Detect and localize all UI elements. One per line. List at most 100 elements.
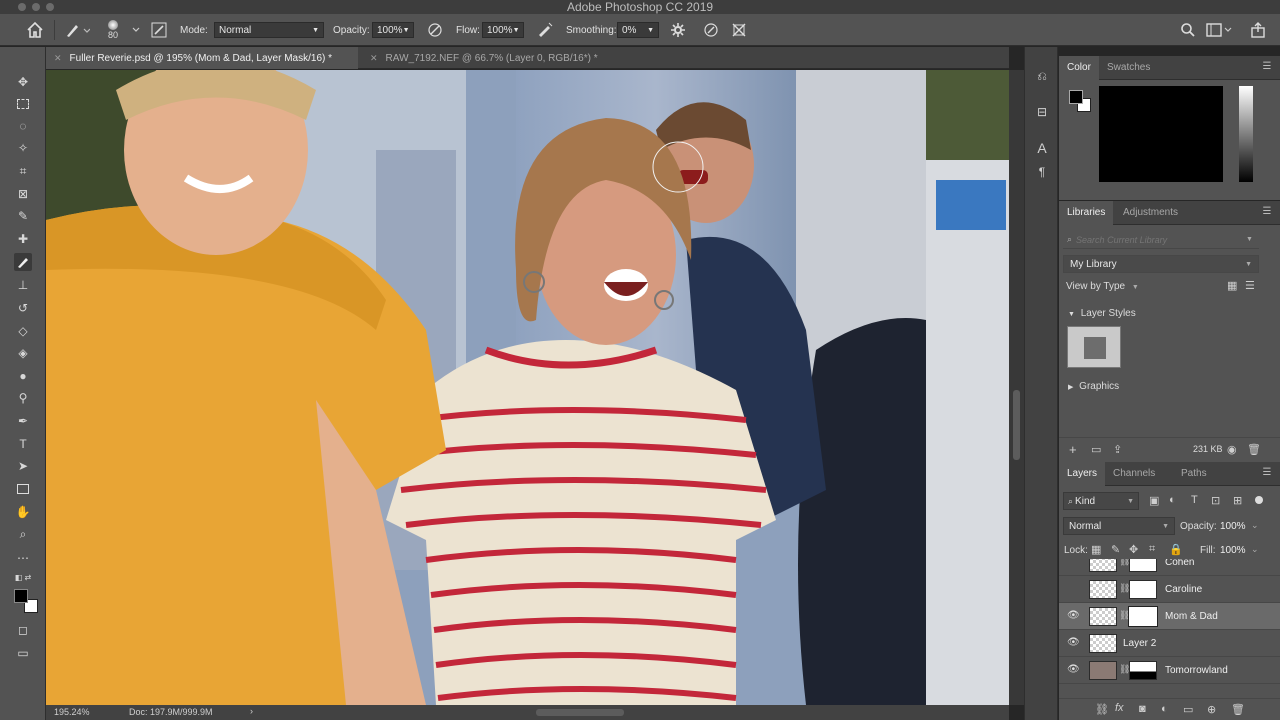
brush-size-picker[interactable]: 80 — [108, 14, 118, 46]
color-panel-swatches[interactable] — [1069, 90, 1095, 116]
view-by-type-select[interactable]: View by Type ▼ — [1066, 281, 1139, 292]
visibility-toggle[interactable] — [1067, 559, 1079, 568]
group-folder-icon[interactable]: ▭ — [1183, 703, 1193, 716]
eyedropper-tool-icon[interactable]: ✎ — [14, 207, 32, 225]
zoom-tool-icon[interactable]: ⌕ — [14, 525, 32, 543]
layer-mask-thumbnail[interactable] — [1129, 559, 1157, 572]
link-layers-icon[interactable]: ⛓ — [1095, 703, 1109, 716]
layer-filter-select[interactable]: ⌕ Kind ▼ — [1063, 492, 1139, 510]
more-tools-icon[interactable]: ⋯ — [14, 549, 32, 567]
adjustment-layer-icon[interactable]: ◐ — [1161, 703, 1168, 715]
panel-menu-icon[interactable]: ☰ — [1262, 207, 1272, 217]
move-tool-icon[interactable]: ✥ — [14, 73, 32, 91]
library-select[interactable]: My Library ▼ — [1063, 255, 1259, 273]
default-colors-icon[interactable]: ◧ ⇄ — [14, 571, 32, 583]
layer-mask-thumbnail[interactable] — [1129, 580, 1157, 599]
home-icon[interactable] — [26, 14, 44, 46]
lasso-tool-icon[interactable]: ◌ — [14, 117, 32, 135]
eye-icon[interactable]: 👁 — [1067, 664, 1080, 676]
add-icon[interactable]: + — [1069, 442, 1077, 457]
layer-styles-section[interactable]: ▼ Layer Styles — [1068, 308, 1136, 319]
character-panel-icon[interactable]: A — [1033, 139, 1051, 157]
tab-fuller-reverie[interactable]: ✕ Fuller Reverie.psd @ 195% (Mom & Dad, … — [46, 47, 358, 69]
layer-mask-thumbnail[interactable] — [1129, 661, 1157, 680]
tab-layers[interactable]: Layers — [1059, 462, 1106, 486]
screen-mode-icon[interactable]: ▭ — [14, 644, 32, 662]
hand-tool-icon[interactable]: ✋ — [14, 503, 32, 521]
layer-row-caroline[interactable]: ⛓ Caroline — [1059, 576, 1280, 603]
layer-mask-thumbnail[interactable] — [1128, 606, 1158, 627]
type-layer-filter-icon[interactable]: T — [1191, 494, 1198, 506]
upload-icon[interactable]: ⇪ — [1113, 443, 1122, 456]
blend-mode-select[interactable]: Normal ▼ — [1063, 517, 1175, 535]
symmetry-icon[interactable] — [730, 14, 748, 46]
foreground-color-swatch[interactable] — [1069, 90, 1083, 104]
document-canvas[interactable] — [46, 70, 1009, 705]
trash-icon[interactable]: 🗑 — [1231, 703, 1245, 716]
rectangle-tool-icon[interactable] — [14, 480, 32, 498]
tab-channels[interactable]: Channels — [1105, 462, 1163, 486]
close-tab-icon[interactable]: ✕ — [370, 53, 378, 64]
color-field[interactable] — [1099, 86, 1223, 182]
layer-row-tomorrowland[interactable]: 👁 ⛓ Tomorrowland — [1059, 657, 1280, 684]
tab-color[interactable]: Color — [1059, 56, 1099, 80]
share-icon[interactable] — [1250, 14, 1266, 46]
search-icon[interactable] — [1180, 14, 1196, 46]
magic-wand-tool-icon[interactable]: ✧ — [14, 139, 32, 157]
mode-select[interactable]: Normal ▼ — [214, 22, 324, 38]
crop-tool-icon[interactable]: ⌗ — [14, 162, 32, 180]
history-panel-icon[interactable]: ⎌ — [1033, 67, 1051, 85]
eye-icon[interactable]: 👁 — [1067, 637, 1080, 649]
fill-value[interactable]: 100% — [1220, 545, 1246, 556]
lock-all-icon[interactable]: 🔒 — [1169, 543, 1183, 556]
chevron-right-icon[interactable]: › — [250, 706, 253, 716]
pressure-opacity-icon[interactable] — [426, 14, 444, 46]
tab-libraries[interactable]: Libraries — [1059, 201, 1114, 225]
smoothing-field[interactable]: 0% ▼ — [617, 22, 659, 38]
horizontal-scrollbar-thumb[interactable] — [536, 709, 624, 716]
dodge-tool-icon[interactable]: ⚲ — [14, 389, 32, 407]
adjustment-layer-filter-icon[interactable]: ◐ — [1169, 494, 1176, 506]
pixel-layer-filter-icon[interactable]: ▣ — [1149, 494, 1159, 507]
grid-view-icon[interactable]: ▦ — [1227, 279, 1237, 292]
tab-paths[interactable]: Paths — [1173, 462, 1215, 486]
chevron-down-icon[interactable] — [132, 14, 140, 46]
scrollbar-thumb[interactable] — [1013, 390, 1020, 460]
layer-row-cohen[interactable]: ⛓ Cohen — [1059, 559, 1280, 576]
list-view-icon[interactable]: ☰ — [1245, 279, 1255, 292]
color-swatches[interactable] — [14, 589, 40, 615]
quick-mask-icon[interactable]: ◻ — [14, 621, 32, 639]
layer-row-mom-and-dad[interactable]: 👁 ⛓ Mom & Dad — [1059, 603, 1280, 630]
eye-icon[interactable]: 👁 — [1067, 610, 1080, 622]
type-tool-icon[interactable]: T — [14, 435, 32, 453]
layer-style-thumbnail[interactable] — [1067, 326, 1121, 368]
healing-brush-tool-icon[interactable]: ✚ — [14, 230, 32, 248]
pressure-size-icon[interactable] — [702, 14, 720, 46]
gear-icon[interactable] — [670, 14, 686, 46]
airbrush-icon[interactable] — [536, 14, 554, 46]
paint-bucket-tool-icon[interactable]: ◈ — [14, 344, 32, 362]
marquee-tool-icon[interactable] — [14, 95, 32, 113]
paragraph-panel-icon[interactable]: ¶ — [1033, 163, 1051, 181]
brush-tool-icon[interactable] — [14, 253, 32, 271]
chevron-down-icon[interactable]: ⌄ — [1251, 520, 1259, 531]
properties-panel-icon[interactable]: ⊟ — [1033, 103, 1051, 121]
lock-transparent-icon[interactable]: ▦ — [1091, 543, 1101, 556]
opacity-field[interactable]: 100% ▼ — [372, 22, 414, 38]
library-search[interactable]: ⌕ ▼ — [1063, 231, 1259, 249]
frame-tool-icon[interactable]: ⊠ — [14, 185, 32, 203]
folder-icon[interactable]: ▭ — [1091, 443, 1101, 456]
flow-field[interactable]: 100% ▼ — [482, 22, 524, 38]
graphics-section[interactable]: ▶ Graphics — [1068, 381, 1119, 392]
path-selection-tool-icon[interactable]: ➤ — [14, 457, 32, 475]
cloud-sync-icon[interactable]: ◉ — [1227, 443, 1237, 456]
tab-adjustments[interactable]: Adjustments — [1115, 201, 1186, 225]
lock-artboard-icon[interactable]: ⌗ — [1149, 543, 1155, 556]
pen-tool-icon[interactable]: ✒ — [14, 412, 32, 430]
history-brush-tool-icon[interactable]: ↺ — [14, 299, 32, 317]
clone-stamp-tool-icon[interactable]: ⊥ — [14, 276, 32, 294]
add-mask-icon[interactable]: ◙ — [1139, 703, 1146, 715]
tab-raw-7192[interactable]: ✕ RAW_7192.NEF @ 66.7% (Layer 0, RGB/16*… — [362, 47, 612, 69]
panel-menu-icon[interactable]: ☰ — [1262, 62, 1272, 72]
filter-toggle-icon[interactable] — [1255, 496, 1263, 504]
